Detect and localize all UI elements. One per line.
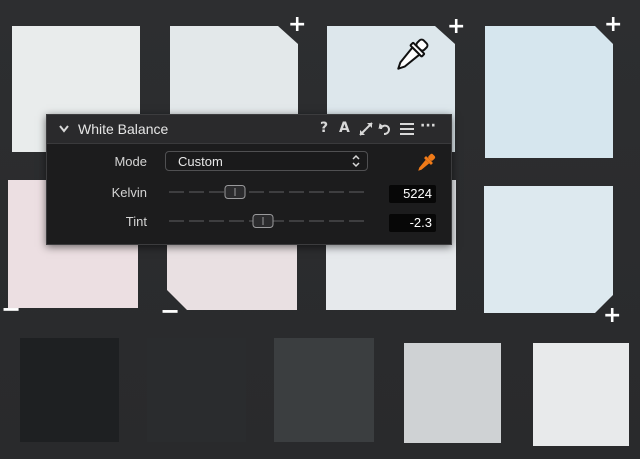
plus-marker: + [604,12,623,37]
tint-slider[interactable] [167,214,367,228]
panel-title: White Balance [78,121,169,137]
chevron-down-icon[interactable] [58,124,70,134]
white-balance-panel: White Balance ? A ··· Mode Custom Kelvin… [46,114,452,245]
image-canvas[interactable]: + + + + − − White Balance ? A ··· Mode C… [0,0,640,459]
patch-1-4 [485,26,613,158]
patch-3-3 [274,338,374,442]
kelvin-slider[interactable] [167,185,367,199]
eyedropper-cursor-icon [397,38,429,70]
patch-3-5 [533,343,629,446]
minus-marker: − [1,295,22,323]
copy-apply-icon[interactable] [359,122,373,136]
help-icon[interactable]: ? [320,120,328,136]
eyedropper-icon[interactable] [414,151,438,175]
kelvin-value-field[interactable]: 5224 [389,185,436,203]
plus-marker: + [603,303,622,328]
tint-label: Tint [125,214,147,229]
plus-marker: + [288,12,307,37]
minus-marker: − [160,297,181,325]
patch-3-2 [147,338,246,442]
patch-2-4 [484,186,613,313]
updown-chevron-icon [352,154,360,168]
plus-marker: + [447,14,466,39]
presets-menu-icon[interactable] [400,123,414,135]
reset-icon[interactable] [378,122,392,136]
more-icon[interactable]: ··· [420,118,436,134]
panel-header[interactable]: White Balance ? A ··· [47,115,451,144]
tint-value-field[interactable]: -2.3 [389,214,436,232]
patch-3-1 [20,338,119,442]
mode-dropdown[interactable]: Custom [165,151,368,171]
patch-3-4 [404,343,501,443]
mode-label: Mode [114,154,147,169]
mode-value: Custom [178,154,223,169]
auto-icon[interactable]: A [339,120,350,136]
kelvin-label: Kelvin [111,185,147,200]
